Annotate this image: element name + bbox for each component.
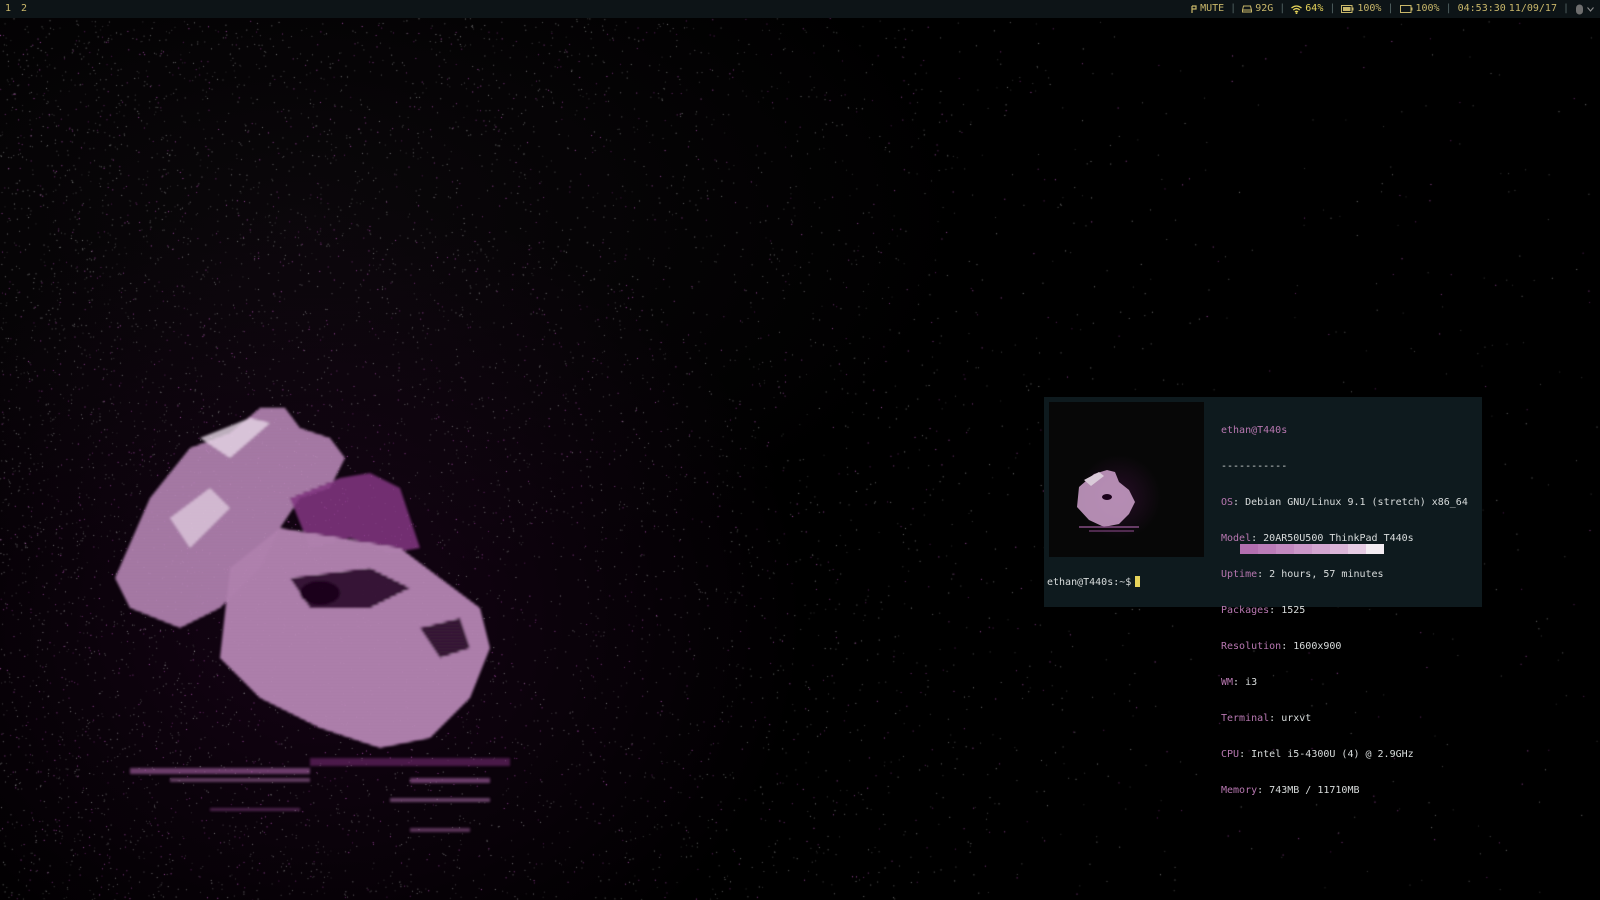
info-row: OS: Debian GNU/Linux 9.1 (stretch) x86_6… [1221, 497, 1468, 508]
text-cursor [1135, 576, 1141, 587]
color-swatch-0 [1240, 544, 1258, 554]
info-row: CPU: Intel i5-4300U (4) @ 2.9GHz [1221, 749, 1414, 760]
neofetch-image [1049, 402, 1204, 557]
info-row: Uptime: 2 hours, 57 minutes [1221, 569, 1384, 580]
separator: | [1230, 3, 1237, 14]
battery-block-1[interactable]: 100% [1341, 0, 1381, 18]
shell-prompt[interactable]: ethan@T440s:~$ [1047, 576, 1141, 589]
separator: | [1329, 3, 1336, 14]
disk-block[interactable]: 92G [1242, 0, 1273, 18]
status-blocks: MUTE | 92G | 64% | 100% | 100% | 04:53:3… [1191, 0, 1594, 18]
tray-icon[interactable] [1575, 4, 1584, 15]
volume-block[interactable]: MUTE [1191, 0, 1224, 18]
battery-text-1: 100% [1357, 3, 1382, 14]
terminal-window[interactable]: ethan@T440s ----------- OS: Debian GNU/L… [1044, 397, 1482, 796]
disk-text: 92G [1255, 3, 1274, 14]
separator: | [1562, 3, 1569, 14]
disk-icon [1242, 5, 1253, 13]
color-swatch-6 [1348, 544, 1366, 554]
color-swatch-1 [1258, 544, 1276, 554]
volume-text: MUTE [1200, 3, 1225, 14]
color-swatch-4 [1312, 544, 1330, 554]
battery-icon [1341, 5, 1354, 13]
separator: | [1279, 3, 1286, 14]
color-swatch-2 [1276, 544, 1294, 554]
clock-block[interactable]: 04:53:30 11/09/17 [1458, 0, 1557, 18]
system-info: ethan@T440s ----------- OS: Debian GNU/L… [1221, 401, 1468, 821]
separator: | [1387, 3, 1394, 14]
color-swatch-5 [1330, 544, 1348, 554]
wifi-block[interactable]: 64% [1291, 0, 1323, 18]
info-row: Terminal: urxvt [1221, 713, 1312, 724]
battery-block-2[interactable]: 100% [1399, 0, 1440, 18]
info-row: Packages: 1525 [1221, 605, 1306, 616]
color-swatch-3 [1294, 544, 1312, 554]
system-tray[interactable] [1575, 4, 1594, 15]
wifi-text: 64% [1305, 3, 1324, 14]
status-bar: 1 2 MUTE | 92G | 64% | 100% | 100% | 04:… [0, 0, 1600, 18]
battery-outline-icon [1399, 5, 1412, 13]
clock-time: 04:53:30 [1457, 3, 1506, 14]
wifi-icon [1291, 4, 1303, 14]
info-separator: ----------- [1221, 461, 1288, 472]
info-row: Resolution: 1600x900 [1221, 641, 1342, 652]
prompt-text: ethan@T440s:~$ [1047, 577, 1132, 588]
speaker-icon [1191, 4, 1197, 13]
battery-text-2: 100% [1415, 3, 1440, 14]
color-swatches [1240, 544, 1384, 554]
info-row: WM: i3 [1221, 677, 1258, 688]
color-swatch-7 [1366, 544, 1384, 554]
glitch-face-thumbnail [1077, 470, 1139, 532]
user-host: ethan@T440s [1221, 425, 1288, 436]
glitch-face-artwork [115, 408, 510, 832]
info-row: Memory: 743MB / 11710MB [1221, 785, 1360, 796]
workspace-button-1[interactable]: 1 [1, 0, 15, 18]
clock-date: 11/09/17 [1508, 3, 1557, 14]
chevron-down-icon[interactable] [1587, 6, 1594, 12]
workspace-button-2[interactable]: 2 [17, 0, 31, 18]
separator: | [1445, 3, 1452, 14]
